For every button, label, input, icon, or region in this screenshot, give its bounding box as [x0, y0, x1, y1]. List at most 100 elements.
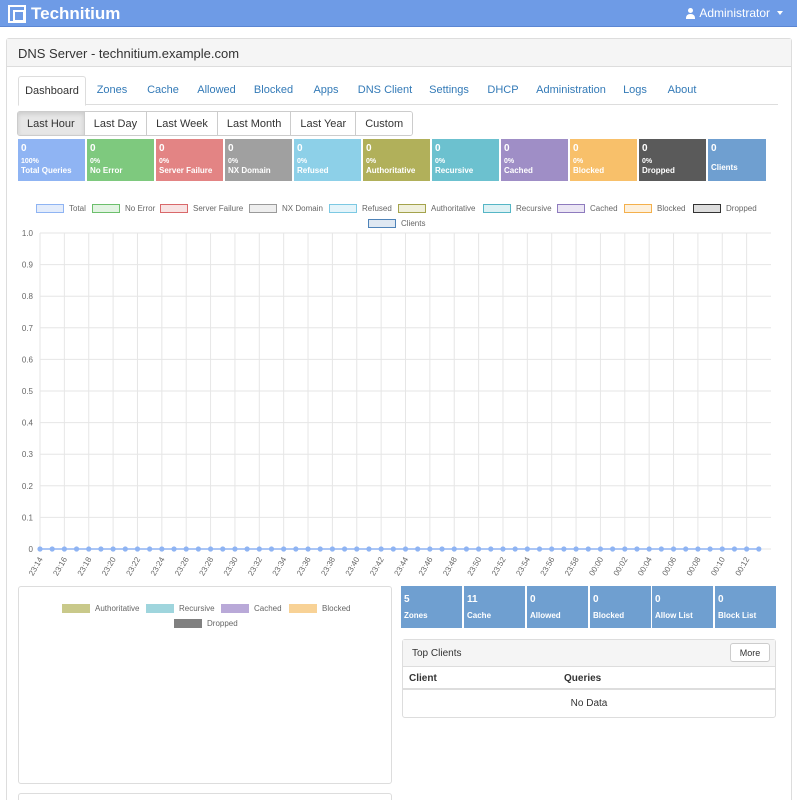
- tab-about[interactable]: About: [662, 76, 702, 105]
- tab-zones[interactable]: Zones: [92, 76, 132, 105]
- data-point[interactable]: [147, 546, 153, 552]
- data-point[interactable]: [476, 546, 482, 552]
- pie-legend-item-dropped[interactable]: Dropped: [174, 618, 238, 628]
- data-point[interactable]: [610, 546, 616, 552]
- range-last-month[interactable]: Last Month: [217, 112, 292, 135]
- data-point[interactable]: [329, 546, 335, 552]
- tab-dashboard[interactable]: Dashboard: [18, 76, 86, 106]
- data-point[interactable]: [695, 546, 701, 552]
- data-point[interactable]: [305, 546, 311, 552]
- legend-item-cached[interactable]: Cached: [557, 203, 618, 213]
- pie-legend-item-authoritative[interactable]: Authoritative: [62, 603, 139, 613]
- pie-legend-item-cached[interactable]: Cached: [221, 603, 282, 613]
- data-point[interactable]: [427, 546, 433, 552]
- data-point[interactable]: [378, 546, 384, 552]
- data-point[interactable]: [281, 546, 287, 552]
- data-point[interactable]: [549, 546, 555, 552]
- data-point[interactable]: [268, 546, 275, 552]
- data-point[interactable]: [159, 546, 165, 552]
- range-last-hour[interactable]: Last Hour: [18, 112, 85, 135]
- data-point[interactable]: [98, 546, 104, 552]
- tab-logs[interactable]: Logs: [620, 76, 650, 105]
- data-point[interactable]: [500, 546, 506, 552]
- data-point[interactable]: [195, 546, 201, 552]
- data-point[interactable]: [207, 546, 214, 552]
- range-last-week[interactable]: Last Week: [147, 112, 218, 135]
- tab-dhcp[interactable]: DHCP: [484, 76, 522, 105]
- tab-settings[interactable]: Settings: [426, 76, 472, 105]
- data-point[interactable]: [707, 546, 713, 552]
- legend-item-total[interactable]: Total: [36, 203, 86, 213]
- data-point[interactable]: [171, 546, 177, 552]
- data-point[interactable]: [536, 546, 543, 552]
- data-point[interactable]: [756, 546, 762, 552]
- legend-item-refused[interactable]: Refused: [329, 203, 392, 213]
- more-button[interactable]: More: [730, 643, 770, 662]
- data-point[interactable]: [439, 546, 445, 552]
- tab-apps[interactable]: Apps: [310, 76, 342, 105]
- data-point[interactable]: [73, 546, 80, 552]
- data-point[interactable]: [524, 546, 530, 552]
- data-point[interactable]: [658, 546, 664, 552]
- tab-cache[interactable]: Cache: [143, 76, 183, 105]
- data-point[interactable]: [683, 546, 689, 552]
- data-point[interactable]: [390, 546, 396, 552]
- data-point[interactable]: [354, 546, 360, 552]
- legend-item-authoritative[interactable]: Authoritative: [398, 203, 475, 213]
- legend-item-recursive[interactable]: Recursive: [483, 203, 552, 213]
- data-point[interactable]: [317, 546, 323, 552]
- legend-item-no-error[interactable]: No Error: [92, 203, 155, 213]
- pie-legend-item-recursive[interactable]: Recursive: [146, 603, 215, 613]
- legend-item-dropped[interactable]: Dropped: [693, 203, 757, 213]
- data-point[interactable]: [86, 546, 92, 552]
- data-point[interactable]: [183, 546, 189, 552]
- stat-cache[interactable]: 11 Cache: [464, 586, 525, 628]
- data-point[interactable]: [134, 546, 141, 552]
- tab-allowed[interactable]: Allowed: [194, 76, 239, 105]
- range-last-year[interactable]: Last Year: [291, 112, 357, 135]
- data-point[interactable]: [463, 546, 470, 552]
- legend-item-nx-domain[interactable]: NX Domain: [249, 203, 323, 213]
- pie-legend-item-blocked[interactable]: Blocked: [289, 603, 350, 613]
- data-point[interactable]: [719, 546, 725, 552]
- data-point[interactable]: [37, 546, 43, 552]
- tab-dns-client[interactable]: DNS Client: [356, 76, 414, 105]
- data-point[interactable]: [415, 546, 421, 552]
- data-point[interactable]: [512, 546, 518, 552]
- user-menu[interactable]: Administrator: [686, 6, 783, 20]
- data-point[interactable]: [402, 546, 409, 552]
- range-last-day[interactable]: Last Day: [84, 112, 148, 135]
- data-point[interactable]: [731, 546, 738, 552]
- stat-block-list[interactable]: 0 Block List: [715, 586, 776, 628]
- data-point[interactable]: [244, 546, 250, 552]
- data-point[interactable]: [597, 546, 604, 552]
- data-point[interactable]: [341, 546, 348, 552]
- data-point[interactable]: [232, 546, 238, 552]
- data-point[interactable]: [622, 546, 628, 552]
- data-point[interactable]: [61, 546, 67, 552]
- data-point[interactable]: [220, 546, 226, 552]
- data-point[interactable]: [451, 546, 457, 552]
- data-point[interactable]: [366, 546, 372, 552]
- legend-item-server-failure[interactable]: Server Failure: [160, 203, 243, 213]
- data-point[interactable]: [634, 546, 640, 552]
- data-point[interactable]: [561, 546, 567, 552]
- data-point[interactable]: [670, 546, 677, 552]
- data-point[interactable]: [585, 546, 591, 552]
- tab-blocked[interactable]: Blocked: [251, 76, 296, 105]
- tab-administration[interactable]: Administration: [534, 76, 608, 105]
- stat-allow-list[interactable]: 0 Allow List: [652, 586, 713, 628]
- data-point[interactable]: [646, 546, 652, 552]
- data-point[interactable]: [488, 546, 494, 552]
- legend-item-blocked[interactable]: Blocked: [624, 203, 685, 213]
- stat-allowed[interactable]: 0 Allowed: [527, 586, 588, 628]
- range-custom[interactable]: Custom: [356, 112, 413, 135]
- data-point[interactable]: [49, 546, 55, 552]
- data-point[interactable]: [122, 546, 128, 552]
- stat-zones[interactable]: 5 Zones: [401, 586, 462, 628]
- data-point[interactable]: [293, 546, 299, 552]
- data-point[interactable]: [744, 546, 750, 552]
- data-point[interactable]: [573, 546, 579, 552]
- data-point[interactable]: [110, 546, 116, 552]
- data-point[interactable]: [256, 546, 262, 552]
